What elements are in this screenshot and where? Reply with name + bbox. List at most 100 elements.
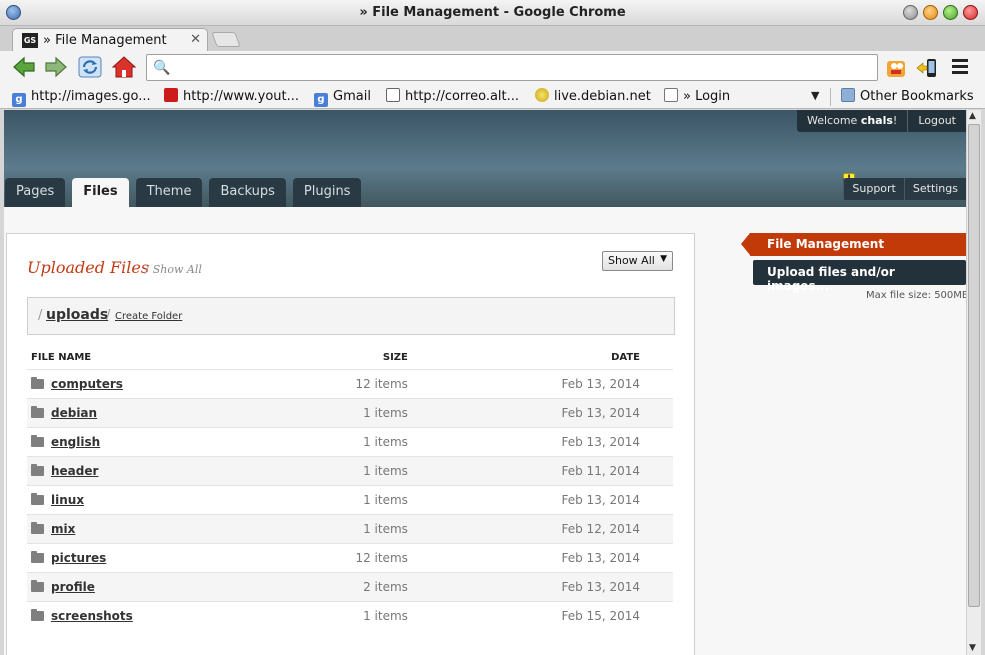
show-all-dropdown[interactable]: Show All ▼ [602, 251, 673, 271]
window-close-button[interactable] [963, 5, 978, 20]
table-row[interactable]: english 1 items Feb 13, 2014 [27, 426, 673, 456]
logout-link[interactable]: Logout [908, 110, 966, 132]
table-row[interactable]: profile 2 items Feb 13, 2014 [27, 571, 673, 601]
tab-files[interactable]: Files [72, 178, 129, 207]
tab-backups[interactable]: Backups [209, 178, 286, 207]
path-separator: / [38, 308, 43, 323]
folder-icon [31, 550, 44, 563]
window-maximize-button[interactable] [943, 5, 958, 20]
bookmark-item[interactable]: » Login [664, 87, 730, 106]
other-bookmarks[interactable]: Other Bookmarks [841, 87, 974, 106]
scroll-up-arrow-icon[interactable]: ▲ [969, 111, 976, 121]
folder-icon [31, 434, 44, 447]
table-row[interactable]: linux 1 items Feb 13, 2014 [27, 484, 673, 514]
path-separator: / [106, 308, 111, 323]
send-to-mobile-icon[interactable] [916, 57, 938, 79]
browser-tab-title: » File Management [43, 33, 167, 48]
tab-pages[interactable]: Pages [5, 178, 66, 207]
tab-close-icon[interactable]: ✕ [190, 32, 201, 47]
tab-strip: GS » File Management ✕ [0, 26, 985, 52]
youtube-icon [164, 88, 178, 102]
table-row[interactable]: computers 12 items Feb 13, 2014 [27, 368, 673, 398]
browser-tab[interactable]: GS » File Management ✕ [12, 28, 208, 52]
scrollbar-thumb[interactable] [968, 124, 980, 607]
folder-icon [31, 579, 44, 592]
breadcrumb-uploads[interactable]: uploads [46, 307, 108, 323]
table-row[interactable]: mix 1 items Feb 12, 2014 [27, 513, 673, 543]
file-name-cell: mix [27, 513, 276, 543]
table-row[interactable]: pictures 12 items Feb 13, 2014 [27, 542, 673, 572]
debian-icon [535, 88, 549, 102]
folder-link[interactable]: linux [51, 493, 84, 507]
support-link[interactable]: Support [843, 178, 903, 200]
page-title: Uploaded Files [27, 258, 150, 277]
file-size-cell: 1 items [275, 484, 412, 514]
table-header-row: FILE NAME SIZE DATE [27, 347, 673, 369]
bookmarks-overflow-chevron-icon[interactable]: ▼ [811, 89, 819, 102]
dropdown-caret-icon: ▼ [660, 254, 667, 264]
table-row[interactable]: header 1 items Feb 11, 2014 [27, 455, 673, 485]
tab-plugins[interactable]: Plugins [292, 178, 362, 207]
user-bar: Welcome chals! Logout [796, 110, 966, 132]
create-folder-link[interactable]: Create Folder [115, 311, 182, 322]
username[interactable]: chals [861, 114, 893, 127]
bookmarks-divider [830, 88, 831, 106]
show-all-link[interactable]: / Show All [145, 263, 202, 276]
tab-theme[interactable]: Theme [135, 178, 203, 207]
sidebar-item-file-management[interactable]: File Management [741, 233, 966, 256]
bookmark-item[interactable]: live.debian.net [535, 87, 651, 106]
window-title: » File Management - Google Chrome [359, 5, 626, 20]
folder-link[interactable]: header [51, 464, 98, 478]
folder-link[interactable]: english [51, 435, 100, 449]
file-date-cell: Feb 13, 2014 [411, 368, 673, 398]
home-icon[interactable] [112, 56, 136, 78]
file-size-cell: 1 items [275, 513, 412, 543]
file-date-cell: Feb 13, 2014 [411, 397, 673, 427]
folder-link[interactable]: screenshots [51, 609, 133, 623]
folder-icon [31, 376, 44, 389]
bookmark-item[interactable]: g http://images.go... [12, 87, 151, 107]
file-date-cell: Feb 13, 2014 [411, 571, 673, 601]
folder-icon [31, 521, 44, 534]
file-management-panel: Uploaded Files / Show All Show All ▼ / up… [6, 233, 695, 655]
new-tab-button[interactable] [211, 32, 241, 47]
upload-files-button[interactable]: Upload files and/or images... [753, 260, 966, 293]
mail-icon [386, 88, 400, 102]
file-name-cell: linux [27, 484, 276, 514]
file-date-cell: Feb 15, 2014 [411, 600, 673, 630]
file-name-cell: debian [27, 397, 276, 427]
folder-icon [841, 88, 855, 102]
file-name-cell: pictures [27, 542, 276, 572]
column-date[interactable]: DATE [412, 347, 673, 369]
file-name-cell: english [27, 426, 276, 456]
scroll-down-arrow-icon[interactable]: ▼ [969, 643, 976, 653]
vertical-scrollbar[interactable]: ▲ ▼ [966, 110, 981, 655]
folder-link[interactable]: computers [51, 377, 123, 391]
file-size-cell: 1 items [275, 600, 412, 630]
address-bar[interactable]: 🔍 [146, 54, 878, 81]
column-size[interactable]: SIZE [275, 347, 412, 369]
folder-link[interactable]: profile [51, 580, 95, 594]
bookmark-item[interactable]: http://correo.alt... [386, 87, 519, 106]
reload-icon[interactable] [78, 56, 102, 78]
back-arrow-icon[interactable] [12, 56, 36, 78]
site-header: Welcome chals! Logout Pages Files Theme … [4, 110, 966, 207]
page-viewport: Welcome chals! Logout Pages Files Theme … [4, 110, 966, 655]
settings-link[interactable]: Settings [903, 178, 966, 200]
folder-link[interactable]: debian [51, 406, 97, 420]
bookmark-item[interactable]: http://www.yout... [164, 87, 299, 106]
chrome-menu-icon[interactable] [952, 59, 968, 75]
folder-icon [31, 492, 44, 505]
bookmark-item[interactable]: g Gmail [314, 87, 371, 107]
folder-link[interactable]: mix [51, 522, 75, 536]
table-row[interactable]: screenshots 1 items Feb 15, 2014 [27, 600, 673, 630]
breadcrumb: / uploads / Create Folder [27, 297, 675, 335]
folder-link[interactable]: pictures [51, 551, 106, 565]
window-shade-button[interactable] [903, 5, 918, 20]
forward-arrow-icon[interactable] [44, 56, 68, 78]
extension-icon[interactable] [885, 57, 907, 79]
window-minimize-button[interactable] [923, 5, 938, 20]
column-file-name[interactable]: FILE NAME [27, 347, 275, 369]
address-input[interactable] [171, 58, 871, 77]
table-row[interactable]: debian 1 items Feb 13, 2014 [27, 397, 673, 427]
